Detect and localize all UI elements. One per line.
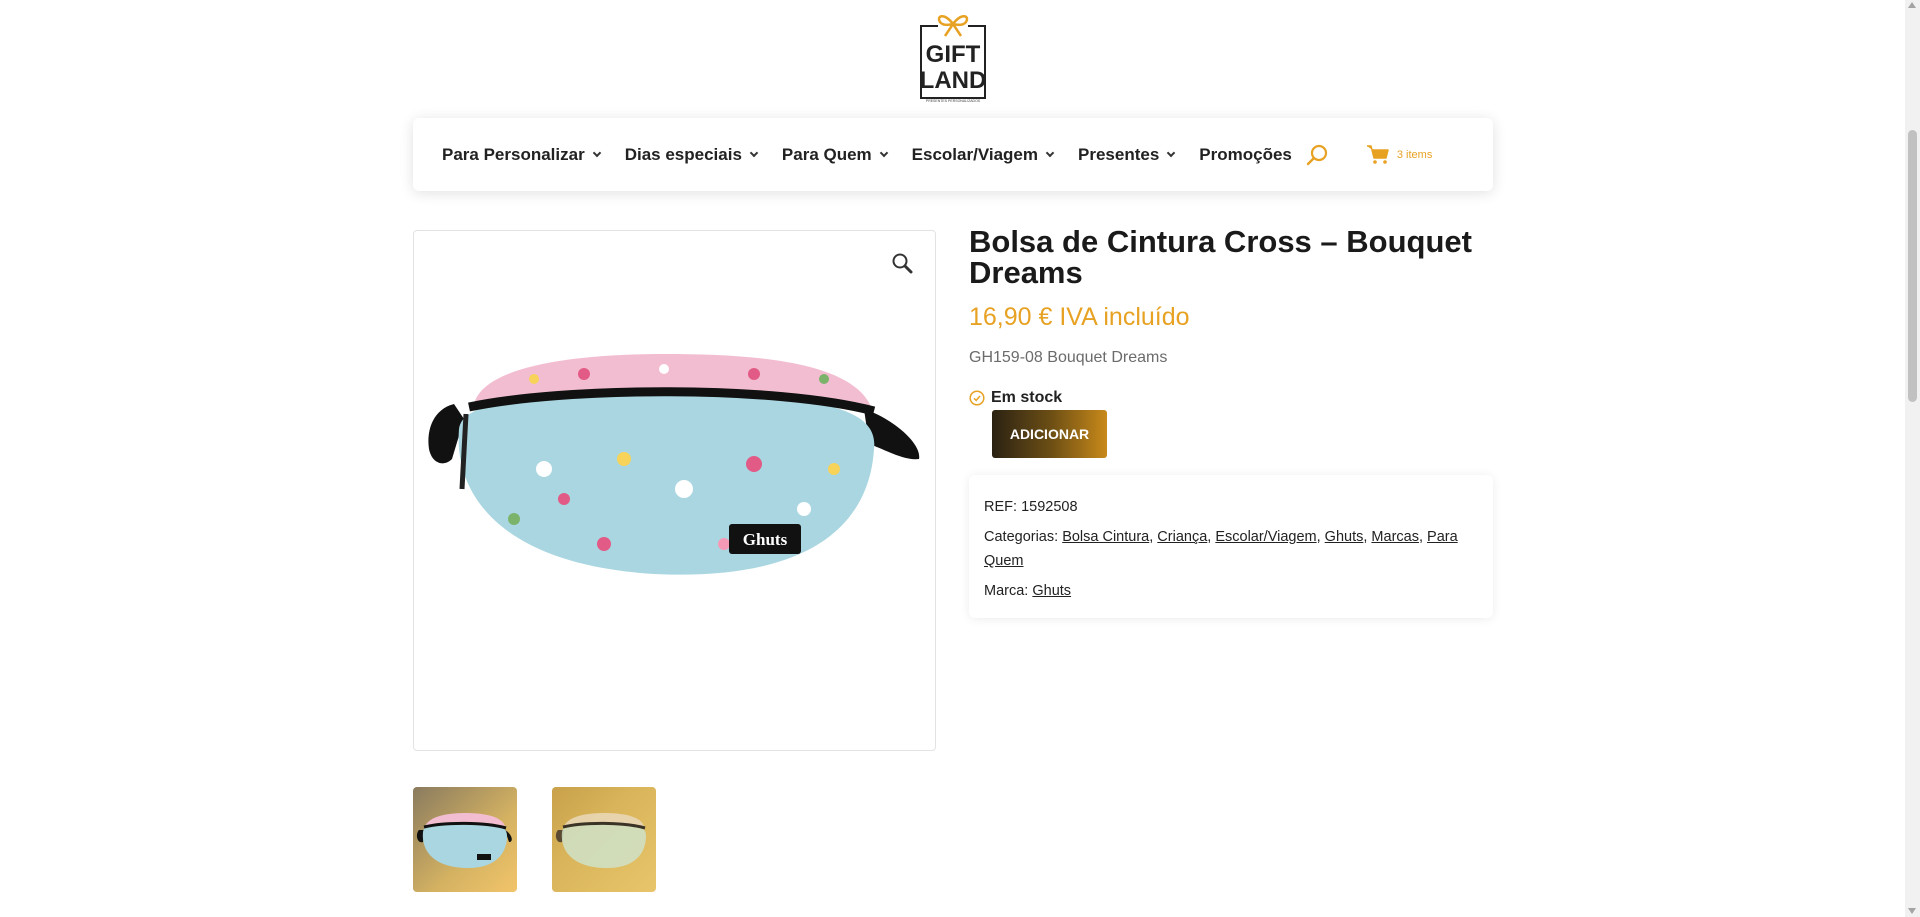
nav-item-label: Escolar/Viagem	[911, 144, 1038, 164]
product-categories: Categorias: Bolsa Cintura, Criança, Esco…	[984, 529, 1458, 569]
gift-box-logo-icon: GIFT LAND PRESENTES PERSONALIZADOS	[920, 15, 987, 103]
chevron-down-icon	[749, 148, 759, 157]
nav-item-label: Para Personalizar	[442, 144, 585, 164]
logo-tagline: PRESENTES PERSONALIZADOS	[926, 99, 981, 103]
scroll-thumb[interactable]	[1908, 130, 1917, 402]
check-circle-icon	[969, 390, 985, 406]
stock-status: Em stock	[969, 389, 1062, 407]
nav-item-label: Promoções	[1199, 144, 1292, 164]
bag-thumbnail-1[interactable]	[413, 787, 517, 892]
waist-bag-thumbnail-image	[416, 813, 512, 869]
nav-item-dias-especiais[interactable]: Dias especiais	[624, 144, 759, 165]
chevron-down-icon	[1167, 148, 1176, 157]
waist-bag-back-thumbnail-image	[555, 813, 646, 869]
main-navigation: Para Personalizar Dias especiais Para Qu…	[413, 118, 1493, 191]
logo-text-gift: GIFT	[926, 41, 981, 68]
product-price: 16,90 € IVA incluído	[969, 303, 1190, 331]
product-ref: REF: 1592508	[984, 495, 1478, 519]
nav-item-escolar-viagem[interactable]: Escolar/Viagem	[911, 144, 1055, 165]
search-icon[interactable]	[1305, 143, 1329, 167]
page-scrollbar[interactable]	[1905, 0, 1920, 917]
category-link-escolar-viagem[interactable]: Escolar/Viagem	[1215, 529, 1316, 545]
cart-icon	[1366, 144, 1389, 164]
nav-item-para-personalizar[interactable]: Para Personalizar	[442, 144, 601, 165]
chevron-down-icon	[879, 148, 888, 157]
category-link-ghuts[interactable]: Ghuts	[1325, 529, 1364, 545]
site-logo[interactable]: GIFT LAND PRESENTES PERSONALIZADOS	[918, 10, 988, 104]
product-meta: REF: 1592508 Categorias: Bolsa Cintura, …	[969, 475, 1493, 618]
scroll-up-arrow-icon[interactable]	[1908, 2, 1916, 8]
product-main-image[interactable]: Ghuts	[413, 230, 936, 751]
nav-item-label: Presentes	[1078, 144, 1160, 164]
ref-value: 1592508	[1021, 499, 1078, 515]
nav-item-para-quem[interactable]: Para Quem	[781, 144, 888, 165]
magnifier-icon[interactable]	[890, 251, 914, 275]
nav-item-label: Dias especiais	[624, 144, 742, 164]
nav-item-promocoes[interactable]: Promoções	[1199, 145, 1292, 165]
brand-link-ghuts[interactable]: Ghuts	[1032, 583, 1071, 599]
stock-label: Em stock	[991, 389, 1063, 406]
category-link-marcas[interactable]: Marcas	[1371, 529, 1419, 545]
add-to-cart-button[interactable]: ADICIONAR	[992, 410, 1107, 458]
product-brand: Marca: Ghuts	[984, 579, 1478, 603]
scroll-down-arrow-icon[interactable]	[1908, 908, 1916, 914]
category-link-crianca[interactable]: Criança	[1157, 529, 1207, 545]
bag-brand-label: Ghuts	[743, 530, 788, 549]
logo-text-land: LAND	[920, 67, 987, 94]
cart-item-count: 3 items	[1396, 148, 1433, 161]
category-link-bolsa-cintura[interactable]: Bolsa Cintura	[1062, 529, 1149, 545]
nav-item-label: Para Quem	[781, 144, 872, 164]
ref-label: REF:	[984, 499, 1018, 515]
product-title: Bolsa de Cintura Cross – Bouquet Dreams	[969, 224, 1472, 290]
nav-item-presentes[interactable]: Presentes	[1078, 144, 1176, 165]
chevron-down-icon	[1045, 148, 1055, 157]
cart-link[interactable]: 3 items	[1366, 144, 1433, 165]
product-thumbnails	[413, 787, 656, 892]
bag-thumbnail-2[interactable]	[552, 787, 656, 892]
waist-bag-image: Ghuts	[428, 354, 920, 575]
categories-label: Categorias:	[984, 529, 1059, 545]
chevron-down-icon	[592, 148, 601, 157]
brand-label: Marca:	[984, 583, 1029, 599]
product-variant: GH159-08 Bouquet Dreams	[969, 349, 1168, 366]
